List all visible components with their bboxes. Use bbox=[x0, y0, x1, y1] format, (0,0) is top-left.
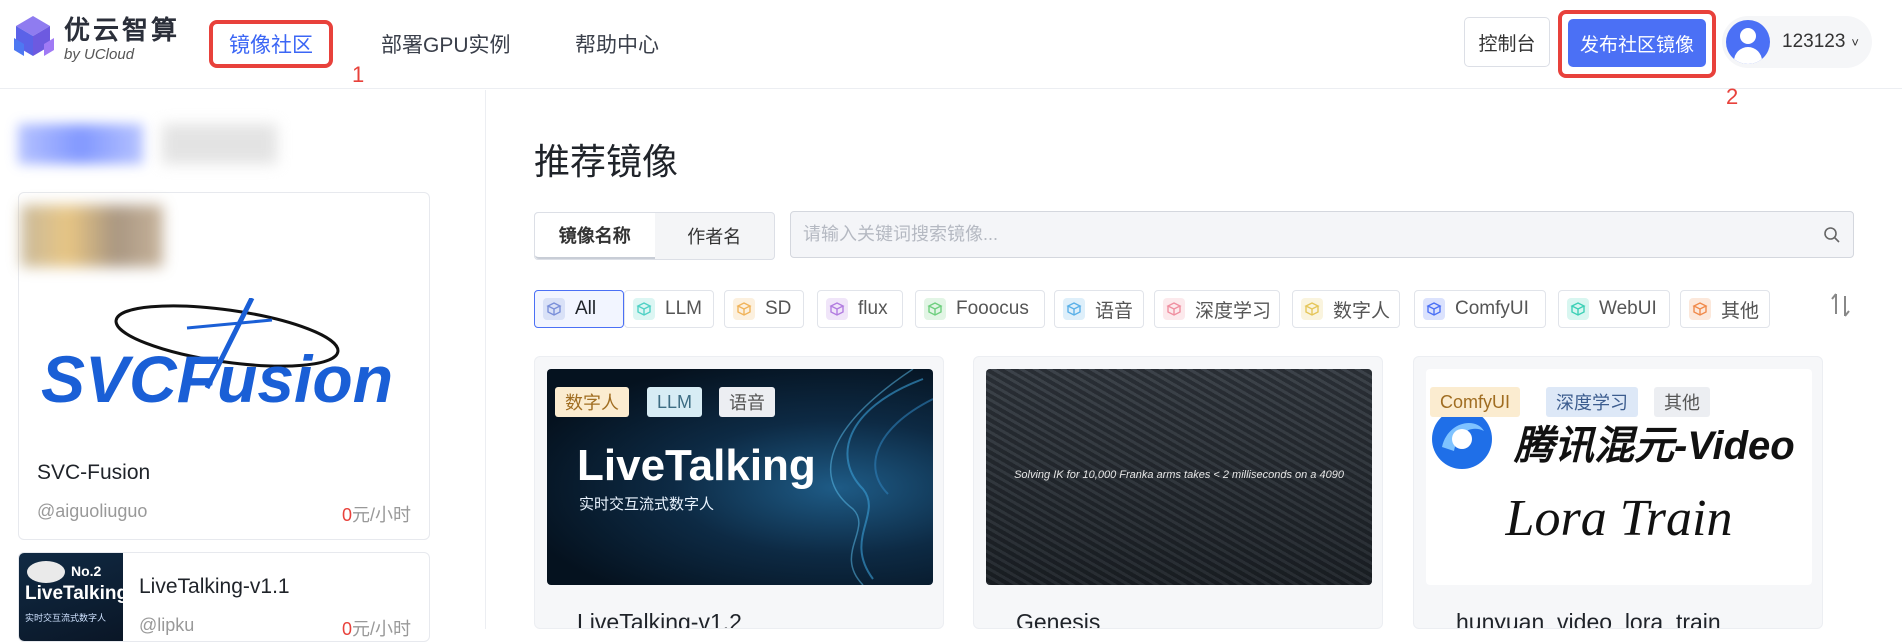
card-title[interactable]: SVC-Fusion bbox=[37, 461, 150, 485]
user-menu[interactable]: 123123 ˅ bbox=[1722, 16, 1872, 68]
tag-deep-learning[interactable]: 深度学习 bbox=[1154, 290, 1280, 328]
chevron-down-icon: ˅ bbox=[1851, 34, 1859, 50]
search-type-tabs: 镜像名称 作者名 bbox=[534, 212, 775, 260]
tag-flux[interactable]: flux bbox=[817, 290, 903, 328]
card-title[interactable]: Genesis bbox=[1016, 609, 1100, 628]
tag-label: WebUI bbox=[1599, 298, 1657, 319]
tag-sd[interactable]: SD bbox=[724, 290, 804, 328]
tag-label: 数字人 bbox=[1333, 300, 1391, 322]
card-price: 0元/小时 bbox=[342, 501, 411, 527]
tag-digital-human[interactable]: 数字人 bbox=[1292, 290, 1400, 328]
card-title[interactable]: LiveTalking-v1.1 bbox=[139, 575, 290, 599]
tag-label: Fooocus bbox=[956, 298, 1029, 319]
image-subtitle: 实时交互流式数字人 bbox=[579, 496, 715, 513]
cube-icon bbox=[1567, 298, 1589, 320]
username: 123123 bbox=[1782, 31, 1846, 52]
tag-other[interactable]: 其他 bbox=[1680, 290, 1770, 328]
price-unit: 元/小时 bbox=[351, 619, 411, 639]
svc-fusion-logo: SVCFusion bbox=[41, 298, 393, 416]
publish-image-button[interactable]: 发布社区镜像 bbox=[1568, 19, 1706, 67]
card-title[interactable]: hunyuan_video_lora_train bbox=[1456, 609, 1721, 628]
search-icon[interactable] bbox=[1823, 226, 1841, 244]
blurred-banner-secondary bbox=[162, 124, 277, 164]
top-header: 优云智算 by UCloud 镜像社区 1 部署GPU实例 帮助中心 控制台 发… bbox=[0, 0, 1902, 109]
tag-label: 其他 bbox=[1721, 300, 1760, 322]
tab-author-name[interactable]: 作者名 bbox=[655, 213, 775, 259]
price-value: 0 bbox=[341, 619, 352, 639]
tag-label: ComfyUI bbox=[1455, 298, 1529, 319]
badge-comfyui: ComfyUI bbox=[1430, 387, 1521, 417]
cube-icon bbox=[733, 298, 755, 320]
card-title[interactable]: LiveTalking-v1.2 bbox=[577, 609, 742, 628]
card-price: 0元/小时 bbox=[342, 615, 411, 641]
tag-label: SD bbox=[765, 298, 792, 319]
image-title: 腾讯混元-Video bbox=[1514, 424, 1795, 468]
annotation-2: 2 bbox=[1726, 84, 1739, 109]
image-title: LiveTalking bbox=[577, 441, 816, 490]
cube-icon bbox=[1163, 298, 1185, 320]
search-box bbox=[790, 211, 1854, 258]
blurred-thumbnail bbox=[21, 205, 163, 267]
nav-help-center[interactable]: 帮助中心 bbox=[575, 20, 659, 68]
cube-icon bbox=[543, 298, 565, 320]
logo-cube-icon bbox=[14, 16, 54, 56]
card-image: LiveTalking 实时交互流式数字人 数字人 LLM 语音 bbox=[547, 369, 933, 585]
thumbnail-subtitle: 实时交互流式数字人 bbox=[25, 613, 107, 623]
nav-image-community[interactable]: 镜像社区 bbox=[209, 20, 333, 68]
card-author[interactable]: @lipku bbox=[139, 615, 194, 636]
image-caption: Solving IK for 10,000 Franka arms takes … bbox=[1014, 469, 1344, 481]
badge-icon bbox=[27, 561, 65, 583]
console-button[interactable]: 控制台 bbox=[1464, 17, 1550, 67]
badge-speech: 语音 bbox=[719, 387, 775, 417]
tag-llm[interactable]: LLM bbox=[624, 290, 714, 328]
cube-icon bbox=[1689, 298, 1711, 320]
nav-deploy-gpu[interactable]: 部署GPU实例 bbox=[381, 20, 511, 68]
blurred-banner bbox=[18, 124, 143, 164]
sidebar-card-svc-fusion[interactable]: SVCFusion SVC-Fusion @aiguoliuguo 0元/小时 bbox=[18, 192, 430, 540]
page-title: 推荐镜像 bbox=[534, 141, 679, 182]
thumbnail-title: LiveTalking bbox=[25, 583, 123, 604]
avatar bbox=[1726, 20, 1770, 64]
tag-all[interactable]: All bbox=[534, 290, 624, 328]
price-unit: 元/小时 bbox=[351, 505, 411, 525]
search-input[interactable] bbox=[803, 212, 1783, 257]
sort-icon[interactable] bbox=[1826, 290, 1856, 320]
badge-other: 其他 bbox=[1654, 387, 1710, 417]
badge-digital-human: 数字人 bbox=[555, 387, 629, 417]
tag-fooocus[interactable]: Fooocus bbox=[915, 290, 1045, 328]
cube-icon bbox=[826, 298, 848, 320]
tag-label: 语音 bbox=[1095, 300, 1134, 322]
tag-webui[interactable]: WebUI bbox=[1558, 290, 1670, 328]
tag-speech[interactable]: 语音 bbox=[1054, 290, 1144, 328]
rank-label: No.2 bbox=[71, 563, 102, 579]
card-author[interactable]: @aiguoliuguo bbox=[37, 501, 147, 522]
tab-image-name[interactable]: 镜像名称 bbox=[535, 213, 655, 259]
image-card-genesis[interactable]: Solving IK for 10,000 Franka arms takes … bbox=[973, 356, 1383, 629]
cube-icon bbox=[1063, 298, 1085, 320]
cube-icon bbox=[633, 298, 655, 320]
badge-llm: LLM bbox=[647, 387, 703, 417]
sidebar: SVCFusion SVC-Fusion @aiguoliuguo 0元/小时 … bbox=[0, 90, 486, 642]
image-card-livetalking[interactable]: LiveTalking 实时交互流式数字人 数字人 LLM 语音 LiveTal… bbox=[534, 356, 944, 629]
card-image: 腾讯混元-Video Lora Train ComfyUI 深度学习 其他 bbox=[1426, 369, 1812, 585]
image-card-hunyuan[interactable]: 腾讯混元-Video Lora Train ComfyUI 深度学习 其他 hu… bbox=[1413, 356, 1823, 629]
tag-label: All bbox=[575, 298, 597, 319]
image-subtitle: Lora Train bbox=[1505, 490, 1733, 547]
svc-logo-text: SVCFusion bbox=[41, 342, 393, 416]
logo[interactable]: 优云智算 by UCloud bbox=[10, 14, 180, 64]
cube-icon bbox=[1423, 298, 1445, 320]
card-image: Solving IK for 10,000 Franka arms takes … bbox=[986, 369, 1372, 585]
cube-icon bbox=[924, 298, 946, 320]
cube-icon bbox=[1301, 298, 1323, 320]
tag-label: LLM bbox=[665, 298, 702, 319]
logo-subtitle: by UCloud bbox=[64, 45, 135, 63]
publish-highlight: 发布社区镜像 bbox=[1558, 10, 1716, 78]
tag-label: flux bbox=[858, 298, 888, 319]
logo-title: 优云智算 bbox=[64, 14, 181, 45]
annotation-1: 1 bbox=[352, 62, 365, 87]
tag-label: 深度学习 bbox=[1195, 300, 1272, 322]
price-value: 0 bbox=[341, 505, 352, 525]
tag-comfyui[interactable]: ComfyUI bbox=[1414, 290, 1546, 328]
badge-deep-learning: 深度学习 bbox=[1546, 387, 1638, 417]
